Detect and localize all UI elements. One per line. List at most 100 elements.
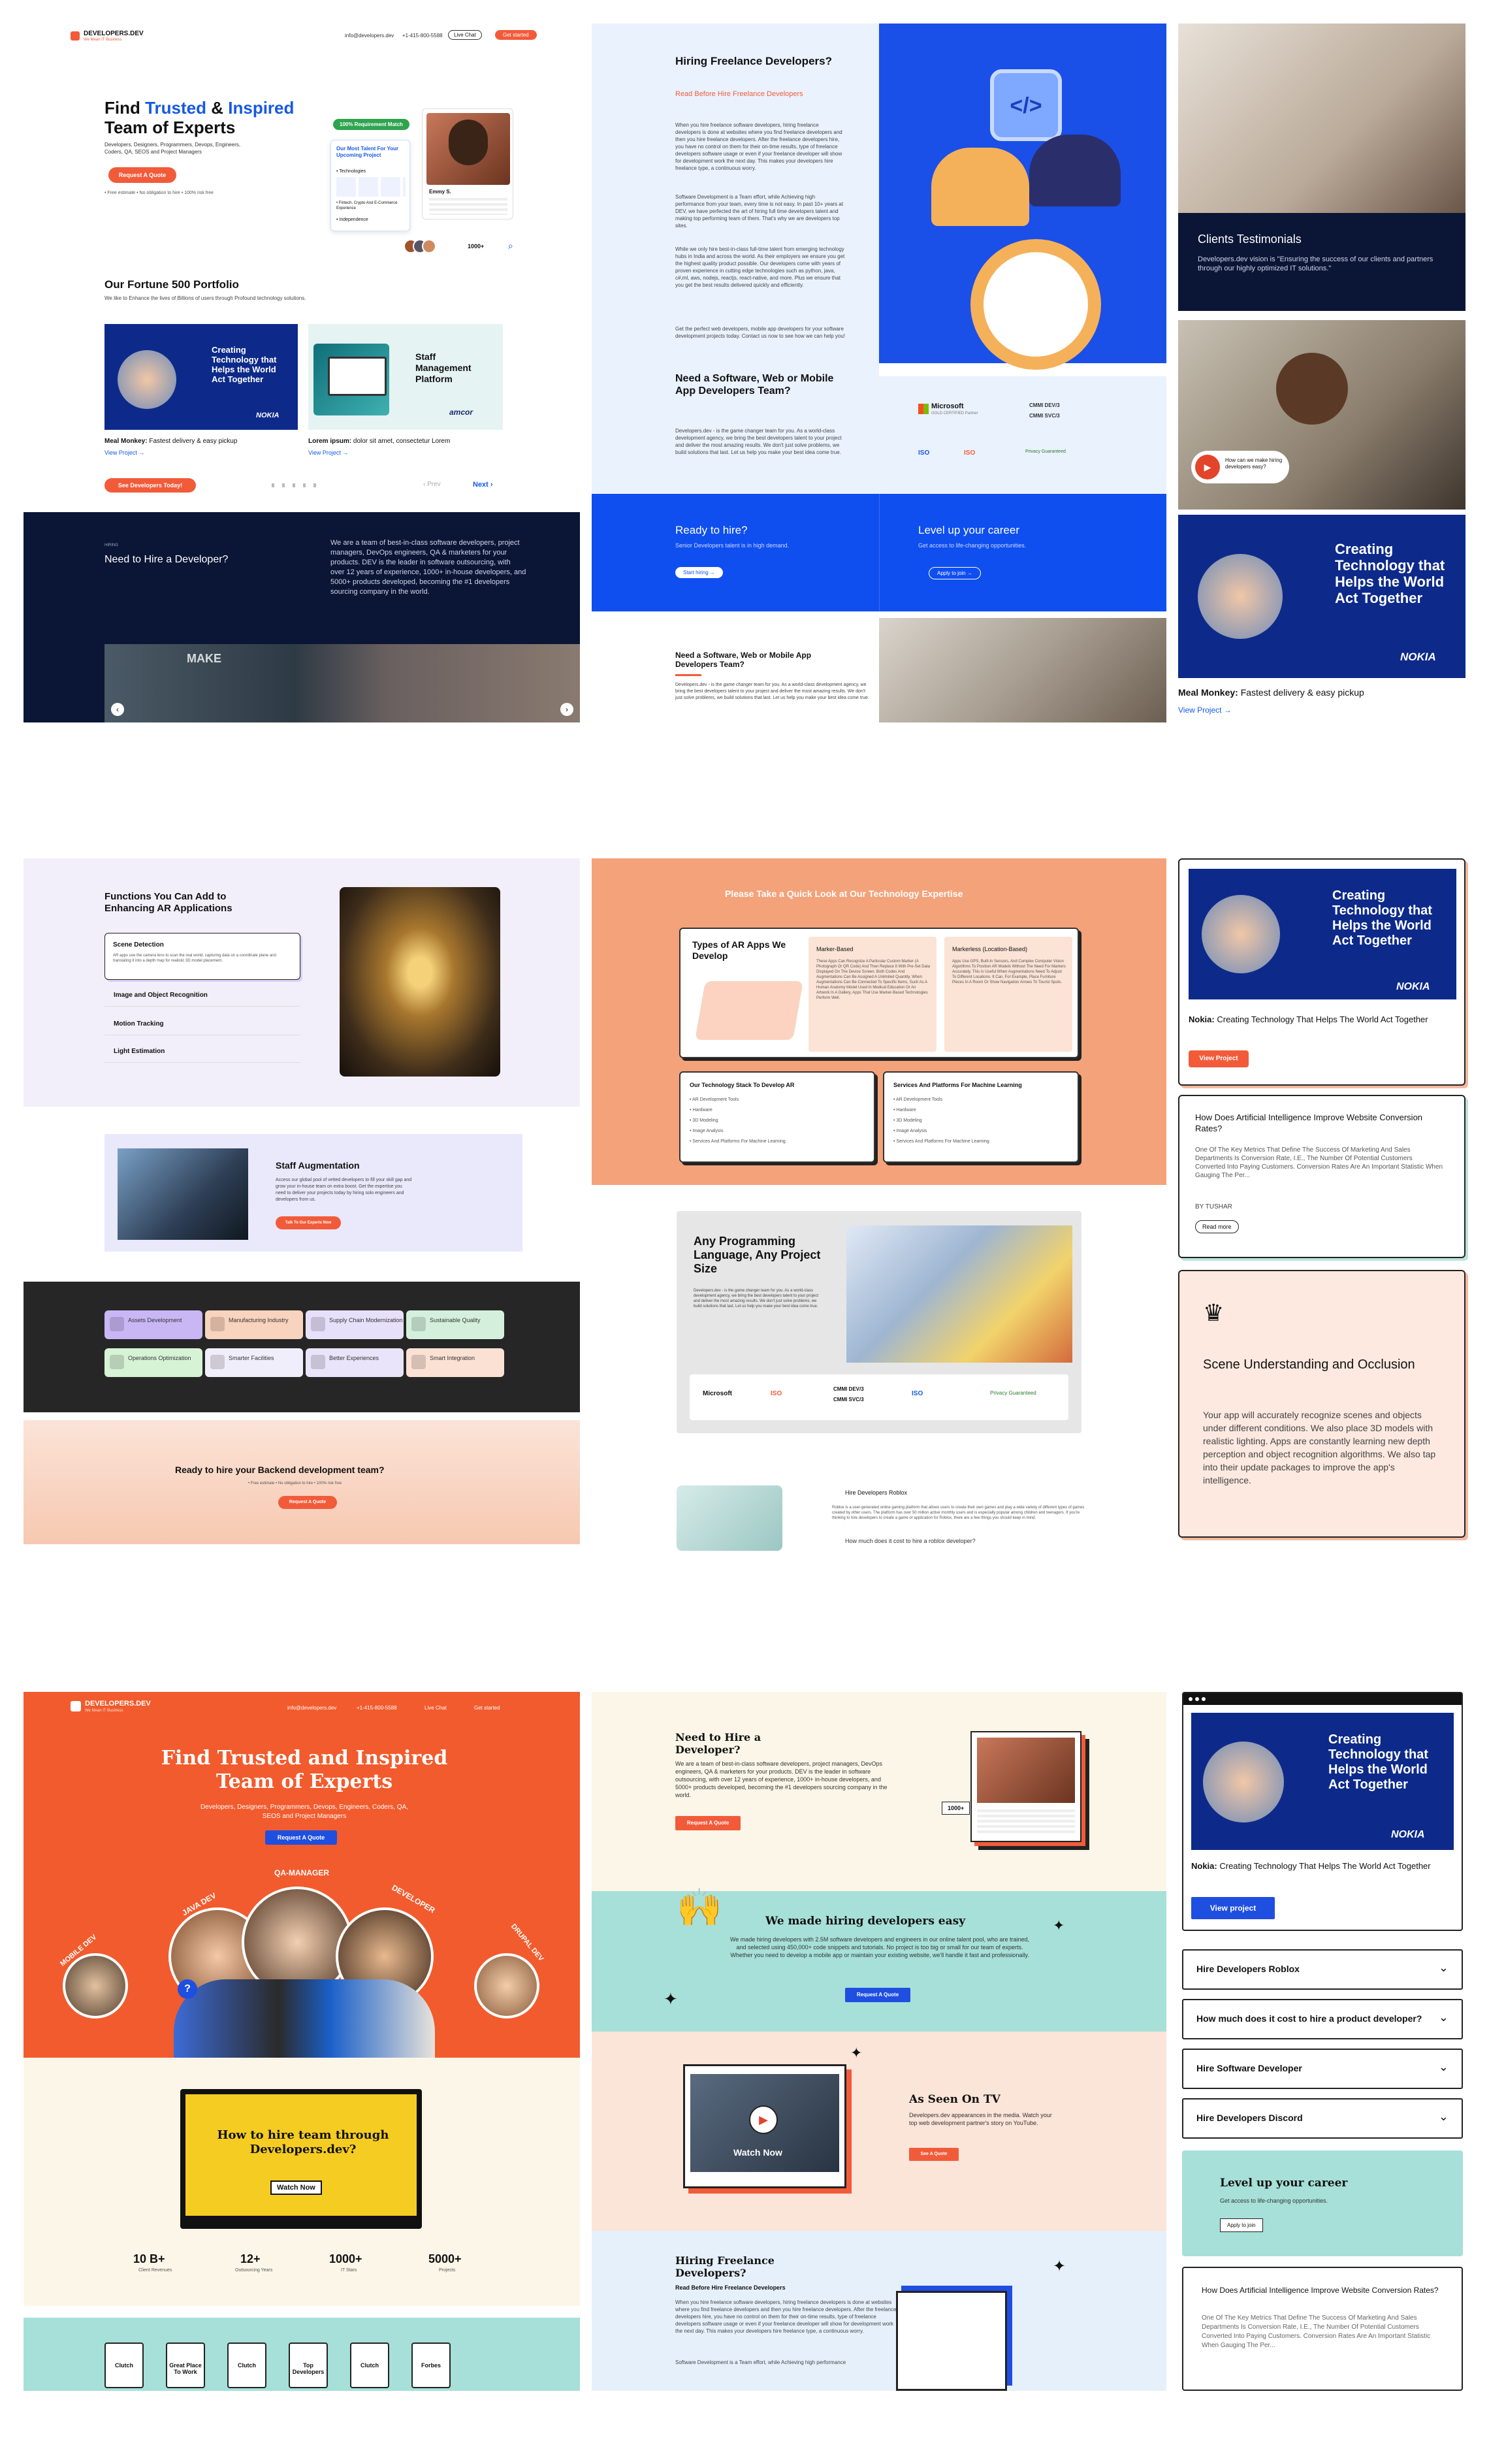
- portfolio-card-nokia[interactable]: Creating Technology that Helps the World…: [1191, 1713, 1454, 1850]
- view-project-link[interactable]: View Project →: [308, 449, 348, 456]
- stat-value: 12+: [240, 2252, 261, 2265]
- hero-title-part: &: [206, 98, 229, 118]
- industry-chip[interactable]: Sustainable Quality: [406, 1310, 504, 1339]
- card-caption: Nokia: Creating Technology That Helps Th…: [1189, 1014, 1450, 1026]
- industry-icon: [311, 1317, 325, 1331]
- request-quote-button[interactable]: Request A Quote: [675, 1816, 741, 1830]
- industry-chip[interactable]: Smarter Facilities: [205, 1348, 303, 1377]
- industry-chip[interactable]: Smart Integration: [406, 1348, 504, 1377]
- header-phone[interactable]: +1-415-800-5588: [357, 1705, 397, 1711]
- live-chat-button[interactable]: Live Chat: [424, 1705, 447, 1711]
- see-developers-button[interactable]: See Developers Today!: [104, 478, 196, 493]
- need-hire-title: Need to Hire a Developer?: [675, 1731, 761, 1756]
- video-card[interactable]: ▶ How can we make hiring developers easy…: [1178, 320, 1465, 510]
- staff-title: Staff Augmentation: [276, 1160, 360, 1171]
- view-project-button[interactable]: View Project: [1189, 1050, 1249, 1067]
- function-item[interactable]: Light Estimation: [114, 1048, 165, 1055]
- prev-button[interactable]: ‹ Prev: [423, 481, 441, 488]
- header-email[interactable]: info@developers.dev: [287, 1705, 336, 1711]
- accent-line: [675, 674, 701, 676]
- brand-logo[interactable]: DEVELOPERS.DEV: [84, 30, 144, 37]
- cmmi-badge: CMMI DEV/3: [833, 1386, 864, 1392]
- hire-text: We are a team of best-in-class software …: [330, 539, 526, 596]
- privacy-badge: Privacy Guaranteed: [1025, 449, 1066, 454]
- blog-card: How Does Artificial Intelligence Improve…: [1178, 1095, 1465, 1258]
- panel-tech-expertise: Please Take a Quick Look at Our Technolo…: [592, 858, 1166, 1551]
- talent-panel-item: • Technologies: [336, 169, 366, 174]
- ml-platforms-item: • 3D Modeling: [893, 1118, 922, 1123]
- tv-quote-button[interactable]: See A Quote: [909, 2148, 959, 2161]
- talk-experts-button[interactable]: Talk To Our Experts Now: [276, 1216, 341, 1229]
- sparkle-icon: ✦: [1053, 2258, 1066, 2275]
- watch-now-button[interactable]: Watch Now: [270, 2180, 322, 2195]
- function-item[interactable]: Motion Tracking: [114, 1020, 164, 1028]
- easy-title: We made hiring developers easy: [765, 1915, 966, 1928]
- view-project-link[interactable]: View Project →: [1178, 705, 1232, 715]
- industry-chip[interactable]: Better Experiences: [306, 1348, 404, 1377]
- markerless-title: Markerless (Location-Based): [952, 946, 1028, 952]
- certifications-box: Microsoft GOLD CERTIFIED Partner CMMI DE…: [879, 376, 1166, 494]
- tech-chips: [336, 177, 406, 197]
- industry-chip[interactable]: Assets Development: [104, 1310, 202, 1339]
- tunnel-image: [340, 887, 500, 1077]
- faq-question: Hire Software Developer: [1196, 2063, 1302, 2073]
- iso-badge: ISO: [918, 449, 930, 457]
- play-icon[interactable]: ▶: [749, 2105, 778, 2134]
- apply-button[interactable]: Apply to join: [1220, 2218, 1263, 2232]
- tv-text: Developers.dev appearances in the media.…: [909, 2112, 1052, 2126]
- header-email[interactable]: info@developers.dev: [345, 33, 394, 39]
- caption-bold: Meal Monkey:: [104, 438, 148, 445]
- industry-icon: [411, 1355, 426, 1369]
- backend-quote-button[interactable]: Request A Quote: [278, 1496, 337, 1509]
- brand-logo[interactable]: DEVELOPERS.DEV: [85, 1700, 151, 1708]
- next-arrow-icon[interactable]: ›: [560, 703, 573, 716]
- start-hiring-button[interactable]: Start hiring →: [675, 567, 723, 578]
- function-label: Scene Detection: [113, 941, 164, 948]
- portfolio-card-nokia[interactable]: Creating Technology that Helps the World…: [104, 324, 298, 430]
- industry-chip[interactable]: Manufacturing Industry: [205, 1310, 303, 1339]
- portfolio-card-staff[interactable]: Staff Management Platform amcor: [308, 324, 503, 430]
- get-started-button[interactable]: Get started: [495, 30, 537, 40]
- prev-arrow-icon[interactable]: ‹: [111, 703, 124, 716]
- play-icon[interactable]: ▶: [1195, 455, 1220, 479]
- get-started-button[interactable]: Get started: [474, 1705, 500, 1711]
- video-progress-bar[interactable]: [185, 2216, 417, 2224]
- tv-player[interactable]: ▶ Watch Now: [683, 2064, 846, 2188]
- panel-faq: Creating Technology that Helps the World…: [1179, 1692, 1467, 2391]
- industry-icon: [210, 1317, 225, 1331]
- apply-button[interactable]: Apply to join →: [929, 567, 981, 579]
- portfolio-card-nokia[interactable]: Creating Technology that Helps the World…: [1178, 515, 1465, 678]
- project-image: [118, 350, 176, 409]
- industry-chip[interactable]: Operations Optimization: [104, 1348, 202, 1377]
- request-quote-button[interactable]: Request A Quote: [265, 1830, 337, 1845]
- view-project-link[interactable]: View Project →: [104, 449, 144, 456]
- function-item[interactable]: Image and Object Recognition: [114, 992, 208, 999]
- read-more-button[interactable]: Read more: [1195, 1220, 1239, 1233]
- video-player[interactable]: How to hire team through Developers.dev?…: [180, 2089, 422, 2229]
- staff-text: Access our global pool of vetted develop…: [276, 1178, 412, 1202]
- view-project-button[interactable]: View project: [1191, 1897, 1275, 1919]
- easy-quote-button[interactable]: Request A Quote: [845, 1988, 910, 2002]
- faq-item[interactable]: Hire Developers Roblox ⌄: [1182, 1949, 1463, 1990]
- project-image: [1198, 554, 1283, 639]
- need-text-bottom: Developers.dev - is the game changer tea…: [675, 683, 869, 700]
- portfolio-card-nokia[interactable]: Creating Technology that Helps the World…: [1189, 869, 1456, 999]
- next-button[interactable]: Next ›: [473, 481, 493, 489]
- roblox-question[interactable]: How much does it cost to hire a roblox d…: [845, 1538, 976, 1544]
- carousel-dots[interactable]: [272, 483, 324, 487]
- iso-badge: ISO: [912, 1390, 923, 1397]
- faq-item[interactable]: Hire Software Developer ⌄: [1182, 2049, 1463, 2089]
- request-quote-button[interactable]: Request A Quote: [108, 167, 176, 183]
- faq-item[interactable]: Hire Developers Discord ⌄: [1182, 2098, 1463, 2139]
- ml-platforms-title: Services And Platforms For Machine Learn…: [893, 1082, 1022, 1088]
- faq-question: Hire Developers Discord: [1196, 2113, 1303, 2123]
- faq-item[interactable]: How much does it cost to hire a product …: [1182, 1999, 1463, 2039]
- easy-text: We made hiring developers with 2.5M soft…: [729, 1936, 1030, 1958]
- award-badge: Clutch: [227, 2342, 266, 2388]
- function-item-active[interactable]: Scene Detection AR apps use the camera l…: [104, 933, 300, 980]
- live-chat-button[interactable]: Live Chat: [448, 30, 482, 40]
- caption-bold: Lorem ipsum:: [308, 438, 352, 445]
- industry-chip[interactable]: Supply Chain Modernization: [306, 1310, 404, 1339]
- header-phone[interactable]: +1-415-800-5588: [402, 33, 443, 39]
- video-pill[interactable]: ▶ How can we make hiring developers easy…: [1191, 451, 1289, 483]
